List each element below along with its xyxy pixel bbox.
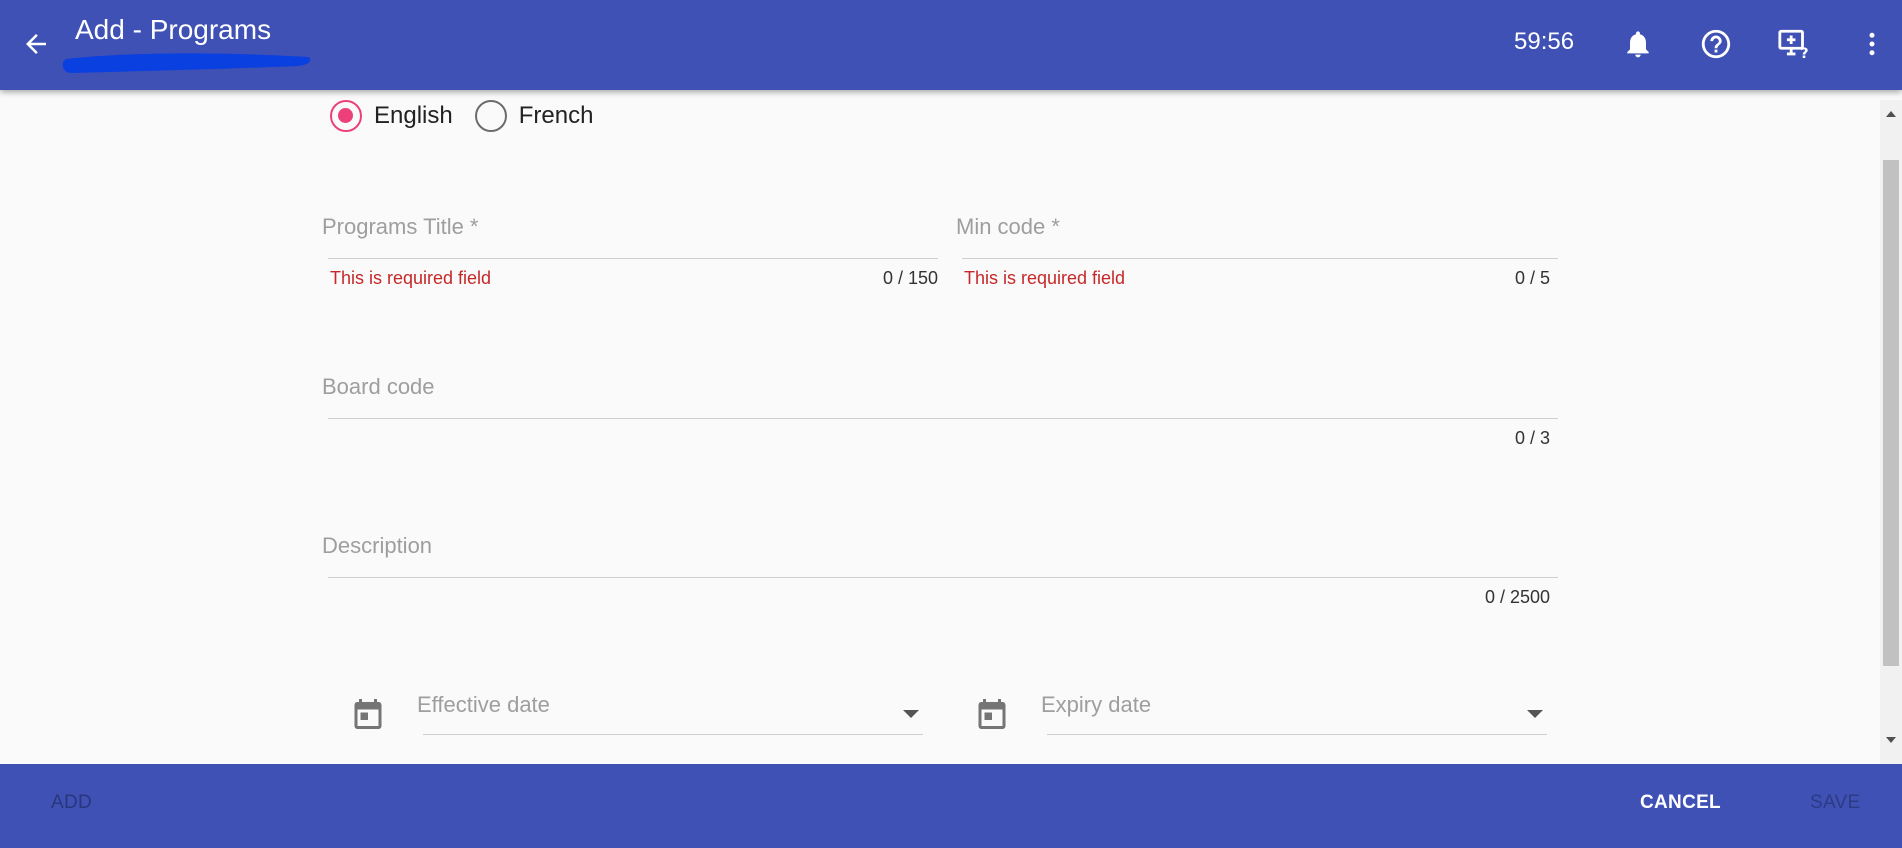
scroll-down-icon[interactable] (1886, 737, 1896, 743)
monitor-question-icon: ? (1778, 29, 1809, 61)
footer-action-bar: ADD CANCEL SAVE (0, 764, 1902, 848)
description-label: Description (322, 533, 433, 558)
save-button[interactable]: SAVE (1810, 792, 1860, 814)
expiry-date-field[interactable]: Expiry date (1041, 692, 1549, 742)
effective-date-dropdown-icon[interactable] (903, 710, 919, 718)
screen-help-button[interactable]: ? (1770, 20, 1818, 68)
arrow-back-icon (26, 34, 46, 54)
programs-title-underline (328, 258, 938, 259)
page-title: Add - Programs (75, 14, 272, 45)
notifications-button[interactable] (1614, 20, 1662, 68)
vertical-scrollbar[interactable] (1880, 100, 1902, 764)
more-menu-button[interactable] (1848, 20, 1896, 68)
help-button[interactable] (1692, 20, 1740, 68)
form-content: English French Programs Title * This is … (0, 90, 1880, 764)
description-counter: 0 / 2500 (1484, 587, 1550, 607)
app-header: Add - Programs 59:56 ? (0, 0, 1902, 90)
calendar-icon[interactable] (350, 696, 386, 732)
description-field[interactable]: Description 0 / 2500 (322, 533, 1558, 613)
programs-title-error: This is required field (330, 268, 492, 288)
min-code-label: Min code * (956, 214, 1060, 239)
expiry-date-underline (1047, 734, 1547, 735)
session-timer: 59:56 (1514, 28, 1575, 55)
radio-french-circle[interactable] (474, 100, 507, 132)
radio-french-label: French (518, 102, 594, 129)
expiry-date-dropdown-icon[interactable] (1527, 710, 1543, 718)
redaction-scribble (62, 53, 311, 73)
programs-title-counter: 0 / 150 (882, 268, 938, 288)
effective-date-field[interactable]: Effective date (417, 692, 925, 742)
effective-date-label: Effective date (417, 692, 550, 717)
effective-date-underline (423, 734, 923, 735)
more-vert-icon (1869, 32, 1875, 56)
scroll-up-icon[interactable] (1886, 111, 1896, 117)
help-circle-icon (1701, 29, 1731, 59)
min-code-error: This is required field (964, 268, 1126, 288)
add-button[interactable]: ADD (51, 792, 92, 814)
radio-french[interactable]: French (474, 100, 594, 132)
radio-english[interactable]: English (330, 100, 453, 132)
expiry-date-label: Expiry date (1041, 692, 1152, 717)
svg-text:?: ? (1800, 46, 1808, 61)
board-code-counter: 0 / 3 (1514, 428, 1550, 448)
min-code-underline (962, 258, 1558, 259)
board-code-underline (328, 418, 1558, 419)
board-code-label: Board code (322, 374, 435, 399)
board-code-field[interactable]: Board code 0 / 3 (322, 374, 1558, 454)
programs-title-label: Programs Title * (322, 214, 479, 239)
calendar-icon[interactable] (974, 696, 1010, 732)
radio-english-circle[interactable] (330, 100, 362, 132)
description-underline (328, 577, 1558, 578)
back-button[interactable] (14, 22, 58, 66)
min-code-field[interactable]: Min code * This is required field 0 / 5 (956, 214, 1558, 294)
programs-title-field[interactable]: Programs Title * This is required field … (322, 214, 938, 294)
language-radio-group: English French (330, 100, 615, 132)
cancel-button[interactable]: CANCEL (1640, 792, 1721, 814)
min-code-counter: 0 / 5 (1514, 268, 1550, 288)
radio-english-label: English (374, 102, 453, 129)
scroll-thumb[interactable] (1883, 160, 1899, 666)
bell-icon (1627, 31, 1649, 58)
